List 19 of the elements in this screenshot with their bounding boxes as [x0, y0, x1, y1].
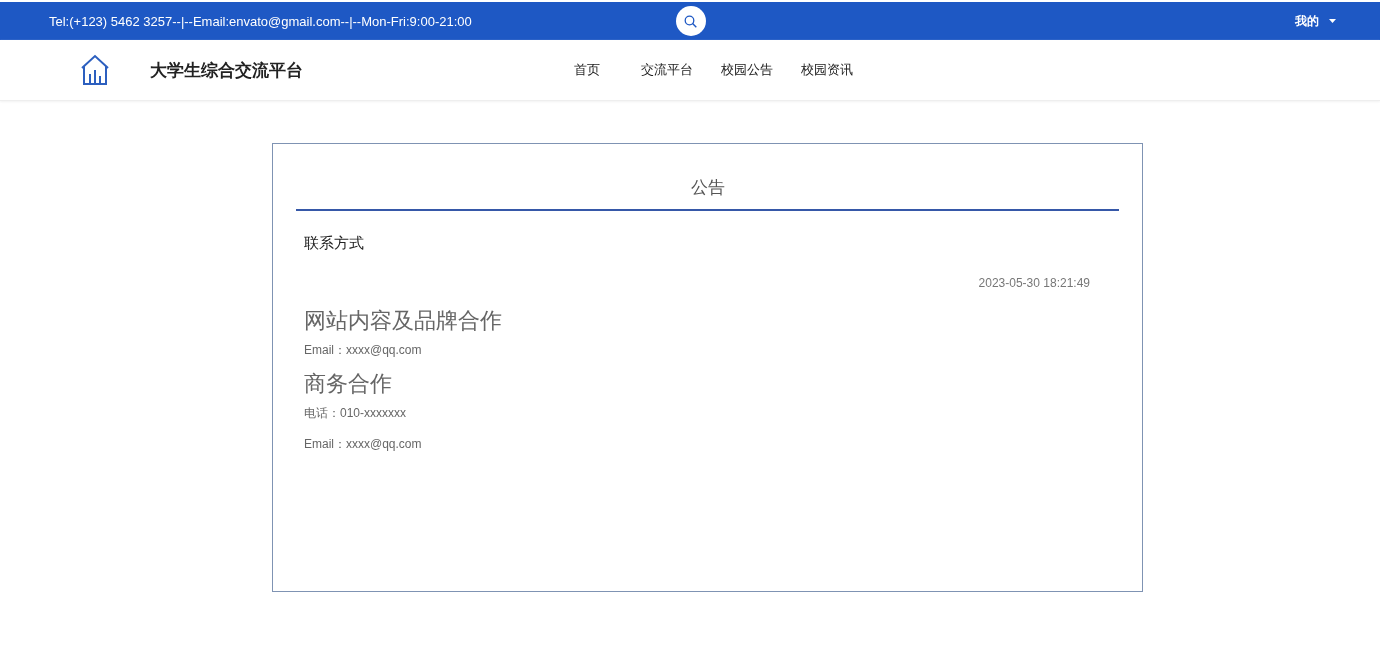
contact-info: Tel:(+123) 5462 3257--|--Email:envato@gmail.com--|--Mon-Fri:9:00-21:00 [49, 13, 473, 29]
nav-link[interactable]: 首页 [547, 55, 627, 85]
search-icon [684, 14, 697, 28]
content-line: 电话：010-xxxxxxx [304, 405, 408, 422]
nav-link[interactable]: 校园公告 [707, 55, 787, 85]
notice-title: 联系方式 [304, 234, 365, 253]
content-heading: 商务合作 [304, 370, 393, 398]
search-button[interactable] [675, 6, 706, 36]
caret-icon [1329, 19, 1336, 23]
user-menu[interactable]: 我的 [1289, 11, 1342, 31]
nav-link[interactable]: 校园资讯 [787, 55, 867, 85]
section-title: 公告 [690, 178, 725, 197]
site-title: 大学生综合交流平台 [150, 59, 304, 82]
content-heading: 网站内容及品牌合作 [304, 307, 503, 335]
content-line: Email：xxxx@qq.com [304, 342, 423, 359]
content-paragraph: Email：xxxx@qq.com [304, 436, 423, 453]
publish-time: 2023-05-30 18:21:49 [977, 276, 1090, 290]
house-icon [80, 54, 110, 86]
nav-link[interactable]: 交流平台 [627, 55, 707, 85]
